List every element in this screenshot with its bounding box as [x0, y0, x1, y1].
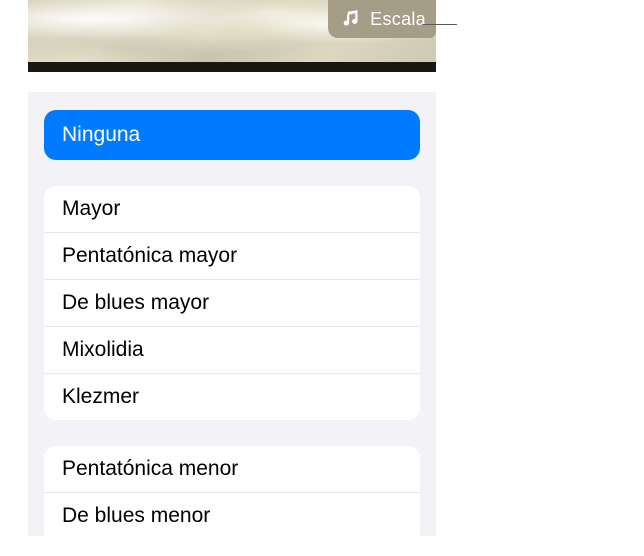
list-item-label: De blues menor [62, 504, 210, 528]
list-item[interactable]: Mixolidia [44, 327, 420, 374]
music-notes-icon [342, 9, 362, 29]
scale-button-wrapper: Escala [328, 0, 436, 62]
list-item[interactable]: Pentatónica mayor [44, 233, 420, 280]
callout-line [423, 24, 457, 25]
scale-popup-panel: Ninguna Mayor Pentatónica mayor De blues… [28, 92, 436, 536]
list-item-label: Mixolidia [62, 338, 144, 362]
list-item[interactable]: Klezmer [44, 374, 420, 420]
scale-button-label: Escala [370, 9, 426, 30]
list-item[interactable]: Mayor [44, 186, 420, 233]
scale-list-group-major: Mayor Pentatónica mayor De blues mayor M… [44, 186, 420, 420]
scale-list-group-minor: Pentatónica menor De blues menor Japones… [44, 446, 420, 536]
list-item[interactable]: Pentatónica menor [44, 446, 420, 493]
list-item-label: Klezmer [62, 385, 139, 409]
list-item-label: Pentatónica menor [62, 457, 238, 481]
scale-selected-item[interactable]: Ninguna [44, 110, 420, 160]
list-item-label: De blues mayor [62, 291, 209, 315]
scale-selected-item-label: Ninguna [62, 123, 140, 147]
instrument-header-strip: Escala [28, 0, 436, 72]
list-item-label: Pentatónica mayor [62, 244, 237, 268]
scale-button[interactable]: Escala [328, 0, 436, 38]
list-item-label: Mayor [62, 197, 120, 221]
list-item[interactable]: De blues mayor [44, 280, 420, 327]
list-item[interactable]: De blues menor [44, 493, 420, 536]
